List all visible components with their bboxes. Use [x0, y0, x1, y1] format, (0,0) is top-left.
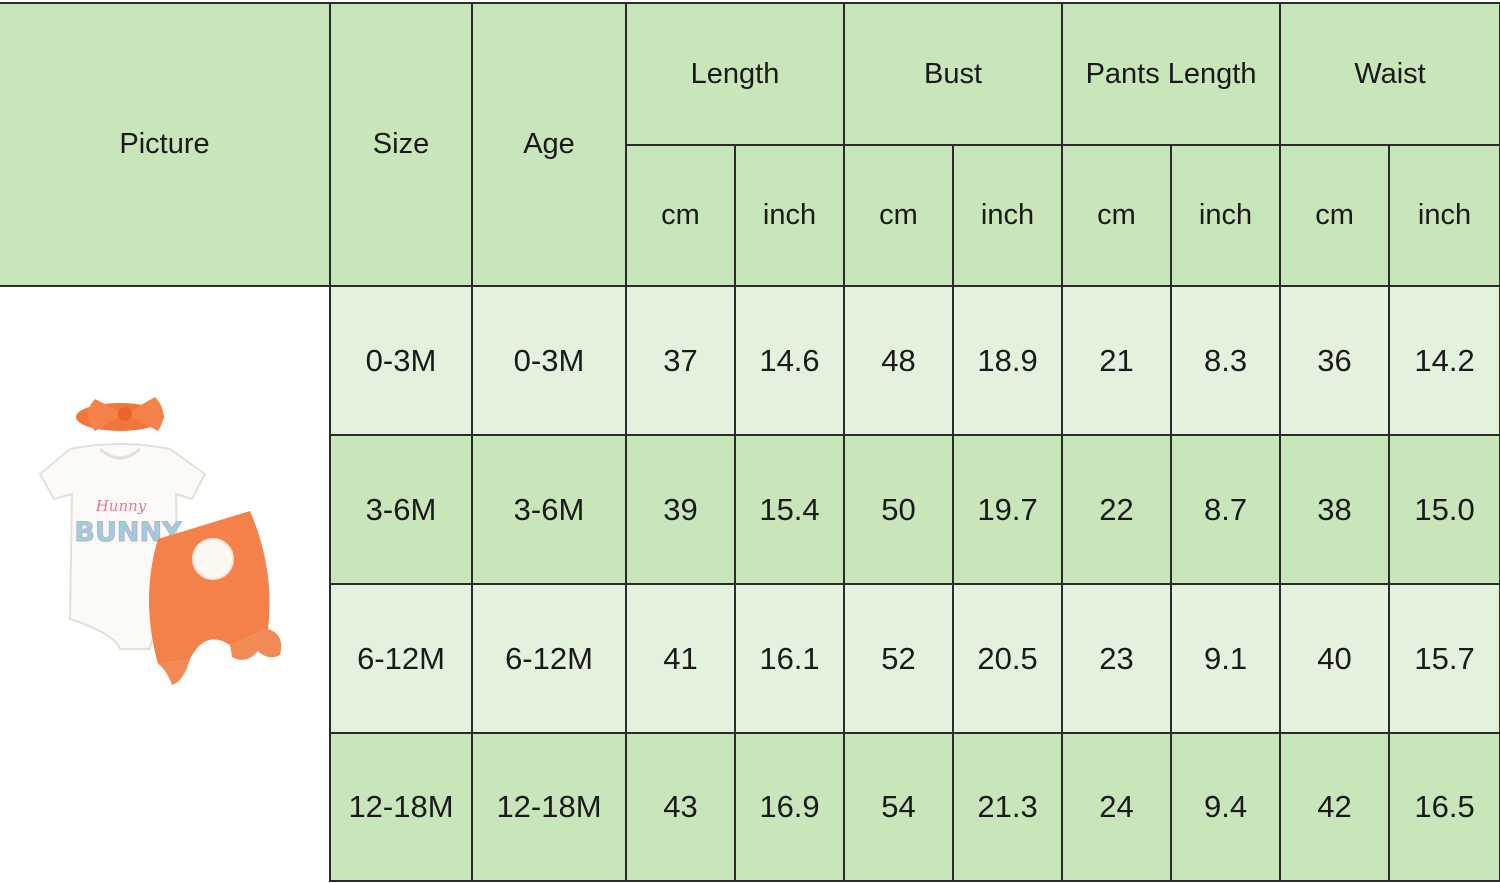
- waist-inch-cell: 16.5: [1388, 732, 1500, 882]
- age-cell: 3-6M: [471, 434, 627, 585]
- length-cm-cell: 41: [625, 583, 736, 734]
- unit-pants-cm: cm: [1061, 144, 1173, 287]
- header-age: Age: [471, 2, 627, 287]
- bust-inch-cell: 19.7: [952, 434, 1064, 585]
- size-cell: 12-18M: [329, 732, 473, 882]
- svg-text:Hunny: Hunny: [95, 497, 147, 515]
- header-picture: Picture: [0, 2, 331, 287]
- pants-inch-cell: 8.7: [1170, 434, 1282, 585]
- unit-waist-inch: inch: [1388, 144, 1500, 287]
- table-row: Hunny BUNNY 0-3M 0-3M 37 14.6 48 18.9 21: [0, 285, 1500, 881]
- unit-waist-cm: cm: [1279, 144, 1391, 287]
- size-cell: 3-6M: [329, 434, 473, 585]
- waist-inch-cell: 15.0: [1388, 434, 1500, 585]
- header-length: Length: [624, 2, 846, 146]
- bust-cm-cell: 48: [843, 285, 955, 436]
- pants-inch-cell: 9.4: [1170, 732, 1282, 882]
- pants-cm-cell: 24: [1061, 732, 1173, 882]
- headband-icon: [76, 397, 164, 431]
- unit-pants-inch: inch: [1170, 144, 1282, 287]
- age-cell: 0-3M: [471, 285, 627, 436]
- waist-cm-cell: 42: [1279, 732, 1391, 882]
- size-cell: 6-12M: [329, 583, 473, 734]
- pants-cm-cell: 22: [1061, 434, 1173, 585]
- waist-cm-cell: 36: [1279, 285, 1391, 436]
- product-picture-cell: Hunny BUNNY: [0, 285, 331, 881]
- bust-inch-cell: 20.5: [952, 583, 1064, 734]
- length-cm-cell: 43: [625, 732, 736, 882]
- age-cell: 6-12M: [471, 583, 627, 734]
- header-pants-length: Pants Length: [1061, 2, 1282, 146]
- pants-inch-cell: 9.1: [1170, 583, 1282, 734]
- header-bust: Bust: [843, 2, 1064, 146]
- bust-inch-cell: 18.9: [952, 285, 1064, 436]
- waist-inch-cell: 15.7: [1388, 583, 1500, 734]
- unit-bust-cm: cm: [843, 144, 955, 287]
- waist-cm-cell: 40: [1279, 583, 1391, 734]
- size-cell: 0-3M: [329, 285, 473, 436]
- outfit-illustration: Hunny BUNNY: [38, 397, 282, 685]
- length-inch-cell: 16.1: [733, 583, 846, 734]
- length-inch-cell: 15.4: [733, 434, 846, 585]
- unit-bust-inch: inch: [952, 144, 1064, 287]
- bust-inch-cell: 21.3: [952, 732, 1064, 882]
- bloomer-shorts-icon: [149, 511, 282, 685]
- unit-length-inch: inch: [733, 144, 846, 287]
- waist-inch-cell: 14.2: [1388, 285, 1500, 436]
- pants-cm-cell: 23: [1061, 583, 1173, 734]
- length-cm-cell: 37: [625, 285, 736, 436]
- pants-inch-cell: 8.3: [1170, 285, 1282, 436]
- length-inch-cell: 16.9: [733, 732, 846, 882]
- bust-cm-cell: 54: [843, 732, 955, 882]
- unit-length-cm: cm: [625, 144, 736, 287]
- bust-cm-cell: 52: [843, 583, 955, 734]
- waist-cm-cell: 38: [1279, 434, 1391, 585]
- product-picture: Hunny BUNNY: [0, 289, 328, 879]
- bust-cm-cell: 50: [843, 434, 955, 585]
- pants-cm-cell: 21: [1061, 285, 1173, 436]
- length-cm-cell: 39: [625, 434, 736, 585]
- age-cell: 12-18M: [471, 732, 627, 882]
- length-inch-cell: 14.6: [733, 285, 846, 436]
- header-size: Size: [329, 2, 473, 287]
- header-waist: Waist: [1279, 2, 1500, 146]
- size-chart-table: Picture Size Age Length Bust Pants Lengt…: [0, 2, 1500, 882]
